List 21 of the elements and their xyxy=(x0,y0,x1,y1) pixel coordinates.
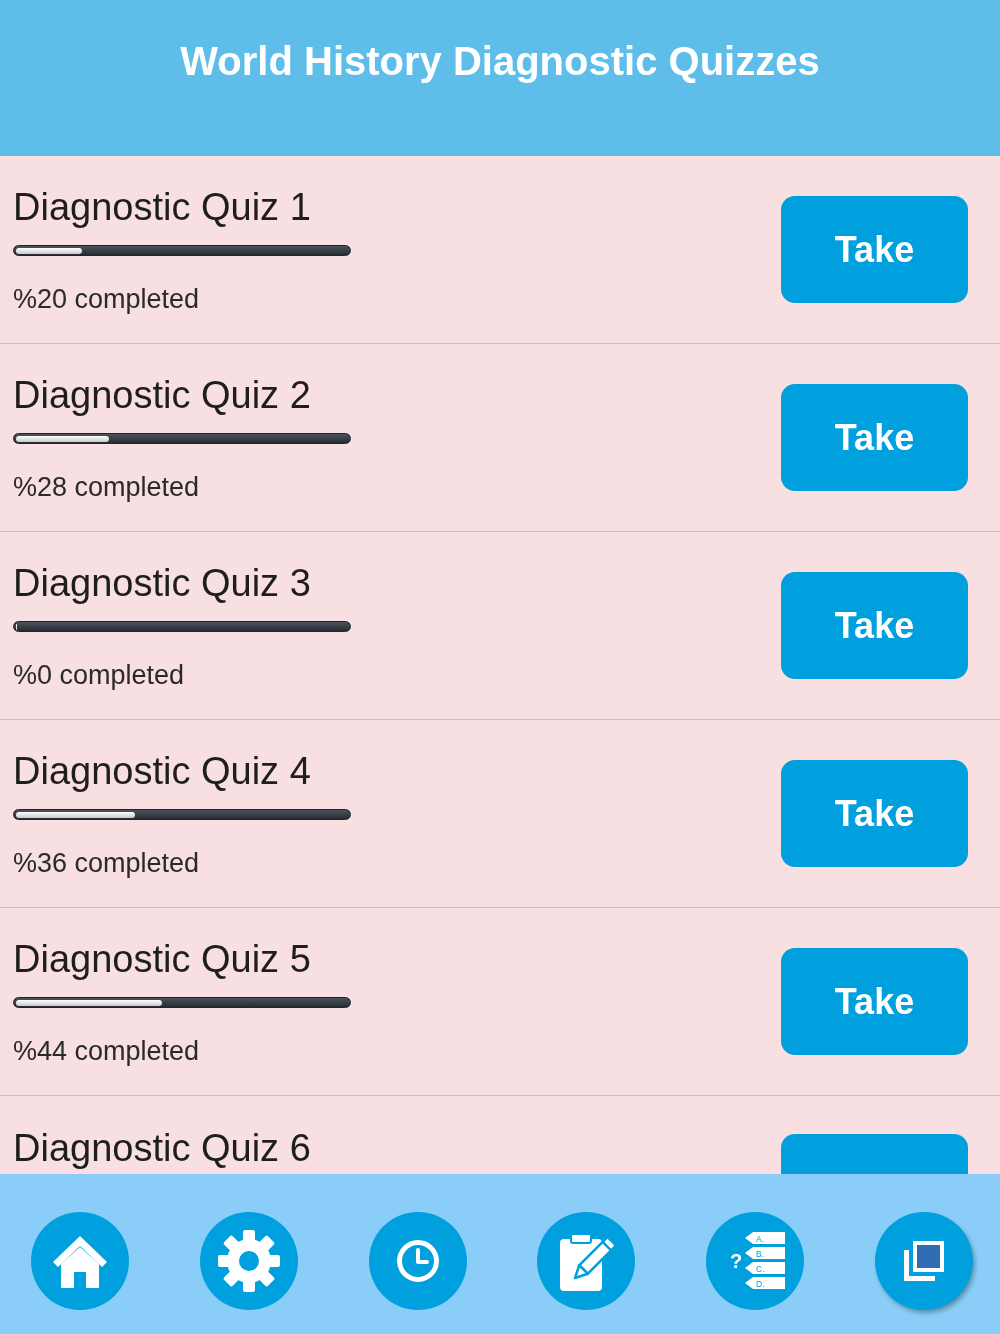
settings-icon xyxy=(216,1229,281,1293)
take-button[interactable]: Take xyxy=(781,384,968,491)
completion-text: %28 completed xyxy=(13,471,201,503)
quiz-title: Diagnostic Quiz 3 xyxy=(13,561,312,606)
quiz-title: Diagnostic Quiz 4 xyxy=(13,749,312,794)
page-title: World History Diagnostic Quizzes xyxy=(180,38,820,85)
take-button[interactable]: Take xyxy=(781,572,968,679)
completion-text: %44 completed xyxy=(13,1035,201,1067)
quiz-title: Diagnostic Quiz 5 xyxy=(13,937,312,982)
quiz-title: Diagnostic Quiz 2 xyxy=(13,373,312,418)
quiz-title: Diagnostic Quiz 1 xyxy=(13,185,312,230)
completion-text: %20 completed xyxy=(13,283,201,315)
completion-text: %0 completed xyxy=(13,659,186,691)
copy-icon xyxy=(901,1238,947,1284)
quiz-button[interactable]: ? A. B. C. D. xyxy=(706,1212,805,1310)
completion-text: %36 completed xyxy=(13,847,201,879)
take-button[interactable]: Take xyxy=(781,948,968,1055)
quiz-title: Diagnostic Quiz 6 xyxy=(13,1126,311,1171)
clock-icon xyxy=(395,1239,440,1283)
take-button[interactable]: Take xyxy=(781,196,968,303)
take-button[interactable]: Take xyxy=(781,760,968,867)
